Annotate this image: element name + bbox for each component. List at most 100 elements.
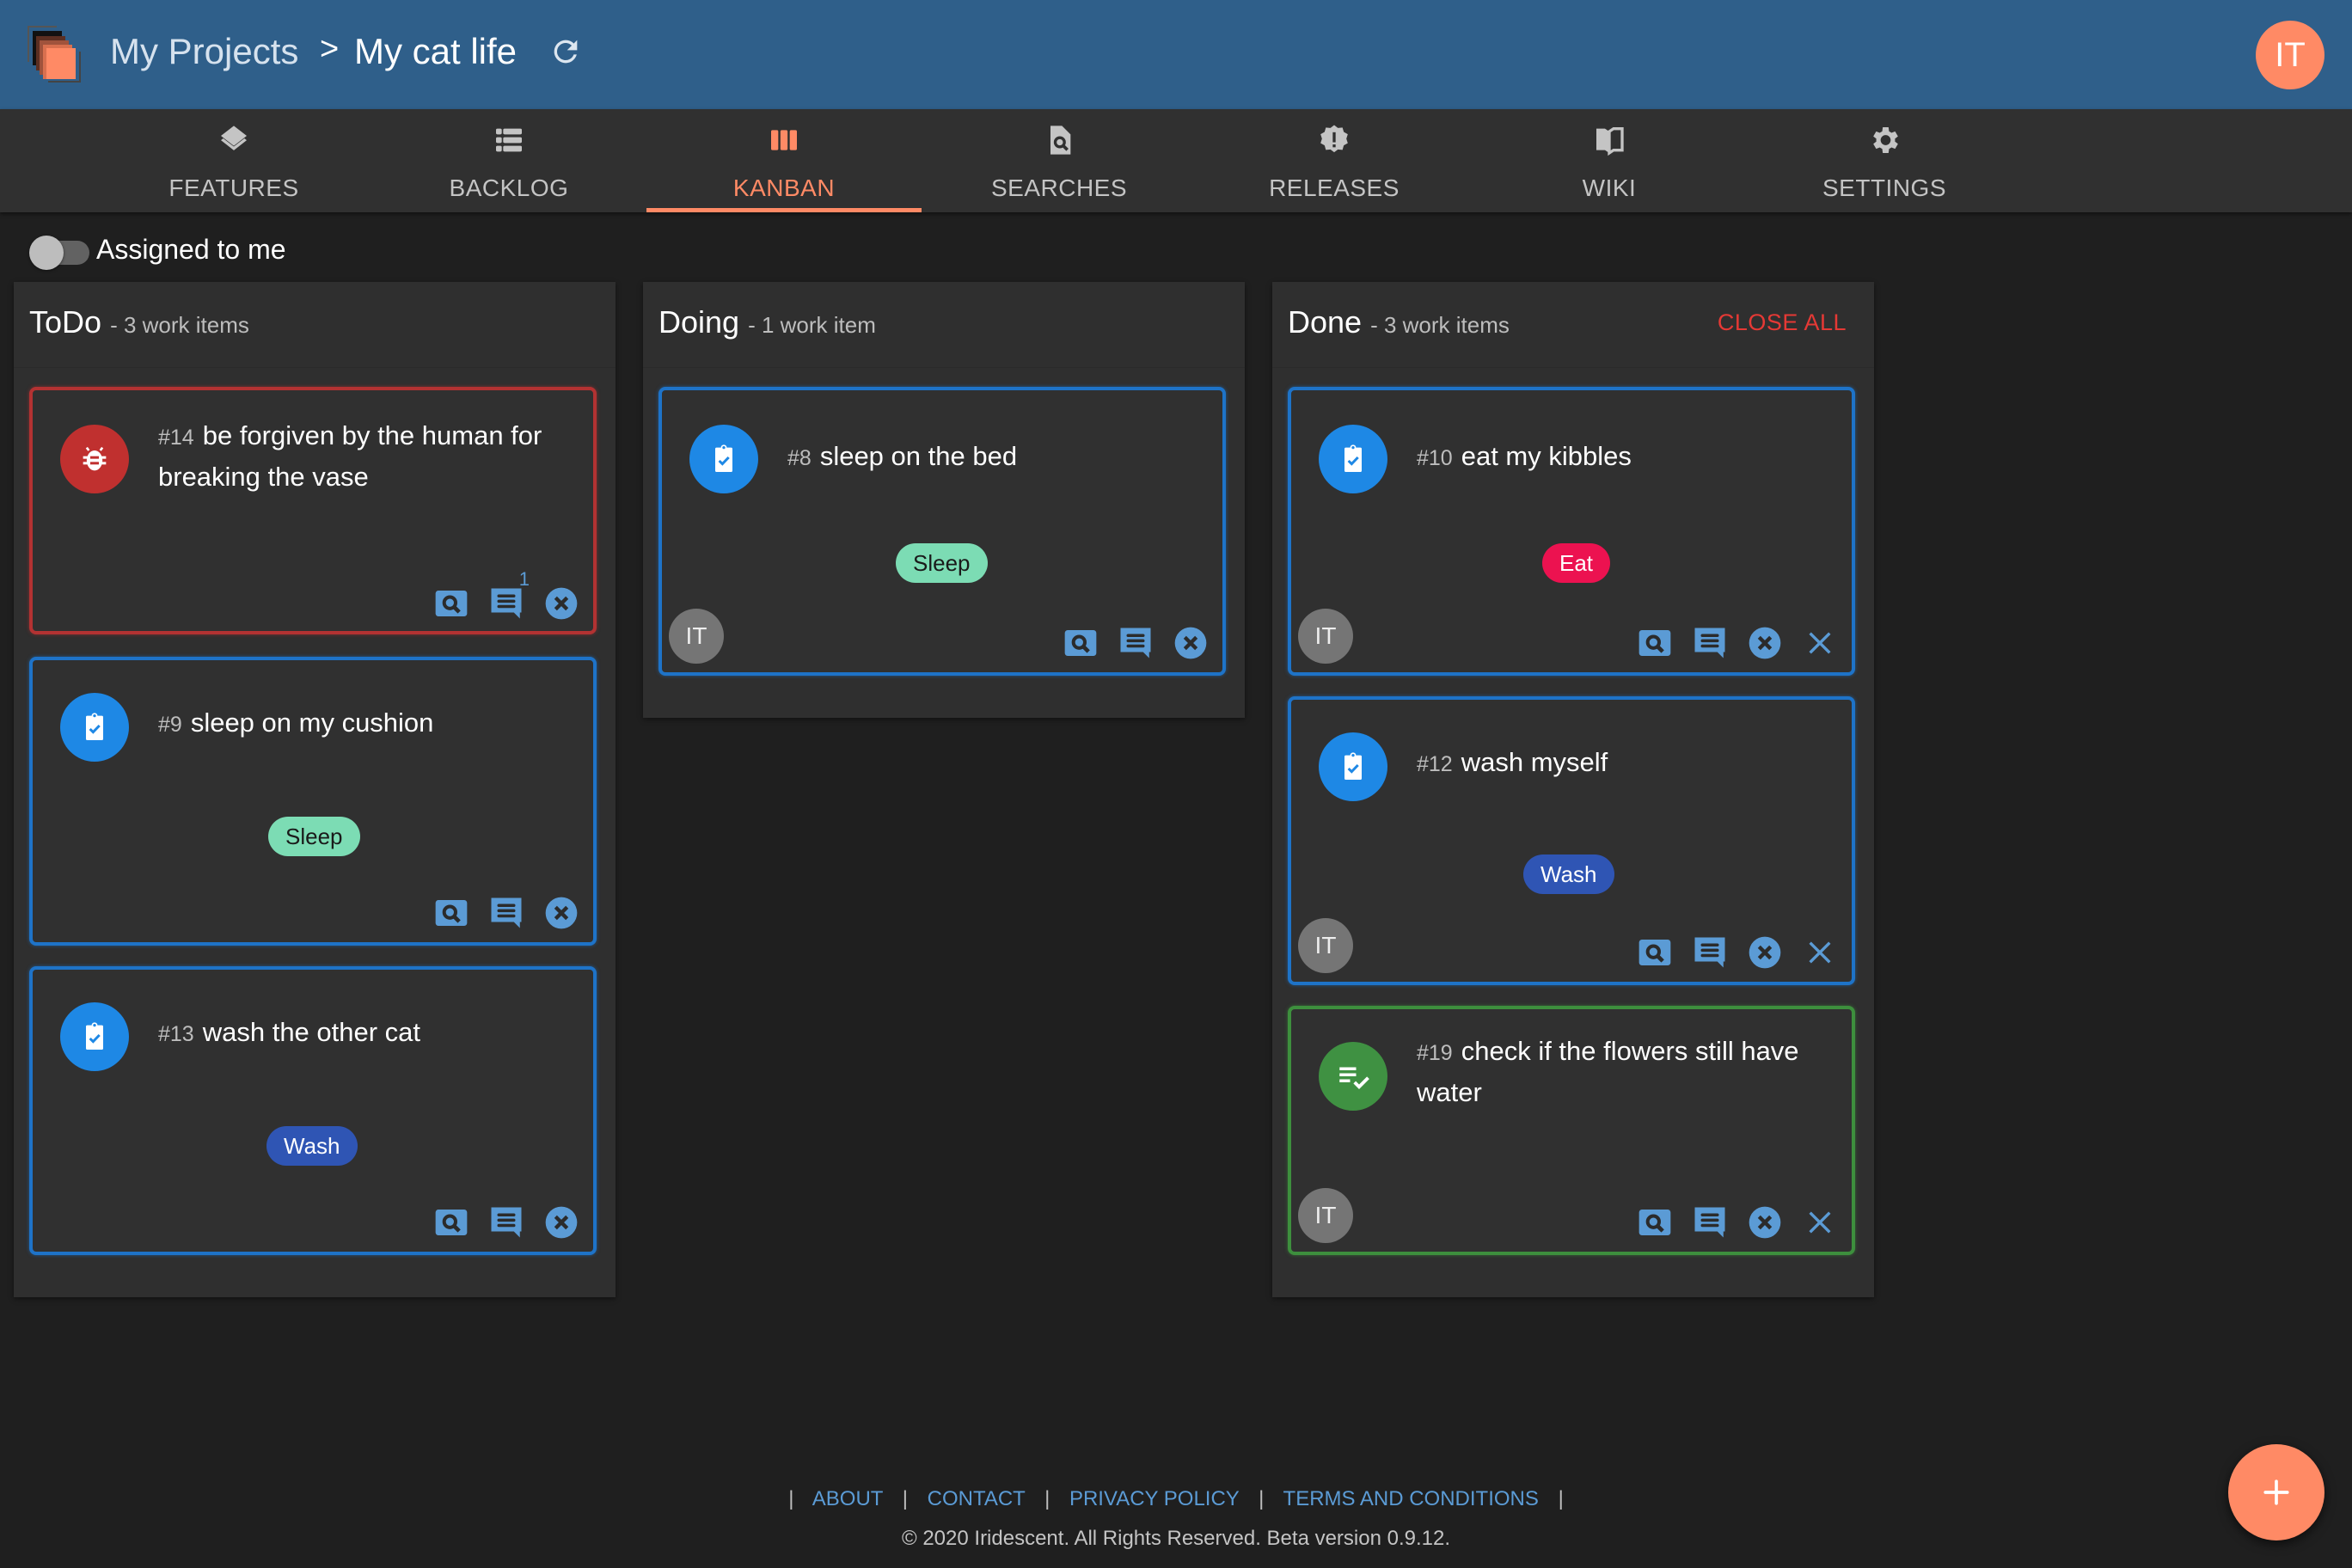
card-title[interactable]: #8 sleep on the bed: [787, 437, 1205, 478]
work-item-card[interactable]: #12 wash myself Wash IT: [1288, 696, 1855, 985]
card-title[interactable]: #13 wash the other cat: [158, 1013, 576, 1054]
close-item-icon[interactable]: [1802, 625, 1838, 661]
comments-icon[interactable]: 1: [488, 568, 530, 622]
tag-chip[interactable]: Wash: [266, 1126, 358, 1166]
cancel-item-icon[interactable]: [1747, 1204, 1783, 1240]
cancel-item-icon[interactable]: [1173, 625, 1209, 661]
tab-releases[interactable]: RELEASES: [1197, 109, 1472, 212]
kanban-column-done: Done - 3 work items CLOSE ALL #10 eat my …: [1272, 282, 1874, 1297]
card-actions: [414, 894, 579, 932]
view-details-icon[interactable]: [433, 1204, 469, 1240]
card-id: #12: [1417, 752, 1453, 776]
tag-chip[interactable]: Wash: [1523, 854, 1614, 894]
breadcrumb-my-projects[interactable]: My Projects: [110, 31, 298, 72]
comments-icon[interactable]: [1118, 625, 1154, 661]
card-id: #13: [158, 1022, 194, 1046]
checklist-icon: [1319, 1042, 1387, 1111]
footer-link-about[interactable]: ABOUT: [812, 1487, 883, 1510]
comments-icon[interactable]: [488, 895, 524, 931]
assignee-avatar[interactable]: IT: [1298, 1188, 1353, 1243]
footer-link-terms[interactable]: TERMS AND CONDITIONS: [1283, 1487, 1539, 1510]
comments-icon[interactable]: [1692, 934, 1728, 971]
card-actions: [1618, 624, 1838, 662]
comments-icon[interactable]: [1692, 625, 1728, 661]
work-item-card[interactable]: #19 check if the flowers still have water…: [1288, 1006, 1855, 1255]
card-title-text: be forgiven by the human for breaking th…: [158, 420, 542, 492]
work-item-card[interactable]: #8 sleep on the bed Sleep IT: [658, 387, 1226, 676]
card-id: #19: [1417, 1041, 1453, 1065]
card-actions: 1: [414, 568, 579, 622]
footer-link-contact[interactable]: CONTACT: [928, 1487, 1026, 1510]
tag-chip[interactable]: Sleep: [896, 543, 988, 583]
close-item-icon[interactable]: [1802, 1204, 1838, 1240]
card-title-text: eat my kibbles: [1461, 441, 1632, 471]
footer-link-privacy-policy[interactable]: PRIVACY POLICY: [1069, 1487, 1239, 1510]
assignee-avatar[interactable]: IT: [669, 609, 724, 664]
card-title[interactable]: #12 wash myself: [1417, 743, 1834, 784]
view-details-icon[interactable]: [1637, 934, 1673, 971]
tab-wiki[interactable]: WIKI: [1472, 109, 1747, 212]
close-item-icon[interactable]: [1802, 934, 1838, 971]
toggle-thumb[interactable]: [29, 236, 64, 270]
divider: |: [902, 1487, 908, 1510]
tab-searches[interactable]: SEARCHES: [922, 109, 1197, 212]
work-item-card[interactable]: #13 wash the other cat Wash: [29, 966, 597, 1255]
column-name: ToDo: [29, 304, 102, 340]
add-work-item-button[interactable]: [2228, 1444, 2324, 1540]
card-id: #10: [1417, 446, 1453, 470]
cancel-item-icon[interactable]: [543, 1204, 579, 1240]
view-details-icon[interactable]: [1637, 1204, 1673, 1240]
user-avatar[interactable]: IT: [2256, 21, 2324, 89]
kanban-column-doing: Doing - 1 work item #8 sleep on the bed S…: [643, 282, 1245, 718]
card-title[interactable]: #19 check if the flowers still have water: [1417, 1032, 1834, 1112]
comments-icon[interactable]: [488, 1204, 524, 1240]
work-item-card[interactable]: #9 sleep on my cushion Sleep: [29, 657, 597, 946]
cancel-item-icon[interactable]: [543, 585, 579, 622]
kanban-column-todo: ToDo - 3 work items #14 be forgiven by th…: [14, 282, 616, 1297]
close-all-button[interactable]: CLOSE ALL: [1718, 309, 1847, 336]
cancel-item-icon[interactable]: [543, 895, 579, 931]
column-count: - 3 work items: [110, 312, 249, 338]
view-details-icon[interactable]: [433, 895, 469, 931]
tab-label: WIKI: [1582, 175, 1637, 201]
cancel-item-icon[interactable]: [1747, 625, 1783, 661]
comment-count-badge: 1: [518, 568, 530, 590]
comments-icon[interactable]: [1692, 1204, 1728, 1240]
card-id: #14: [158, 426, 194, 450]
tab-kanban[interactable]: KANBAN: [646, 109, 922, 212]
card-title[interactable]: #10 eat my kibbles: [1417, 437, 1834, 478]
card-actions: [1618, 1204, 1838, 1241]
divider: |: [788, 1487, 794, 1510]
tab-settings[interactable]: SETTINGS: [1747, 109, 2022, 212]
tab-features[interactable]: FEATURES: [96, 109, 371, 212]
column-count: - 3 work items: [1370, 312, 1510, 338]
breadcrumb-current-project: My cat life: [354, 31, 518, 71]
work-item-card[interactable]: #14 be forgiven by the human for breaking…: [29, 387, 597, 634]
view-details-icon[interactable]: [433, 585, 469, 622]
card-actions: [1044, 624, 1209, 662]
divider: |: [1259, 1487, 1265, 1510]
refresh-icon[interactable]: [548, 34, 583, 69]
app-logo-icon[interactable]: [28, 26, 84, 83]
tag-chip[interactable]: Sleep: [268, 817, 360, 856]
assignee-avatar[interactable]: IT: [1298, 918, 1353, 973]
cancel-item-icon[interactable]: [1747, 934, 1783, 971]
tag-chip[interactable]: Eat: [1542, 543, 1611, 583]
column-title: ToDo - 3 work items: [29, 304, 249, 340]
card-title-text: sleep on the bed: [819, 441, 1018, 471]
column-header: Doing - 1 work item: [643, 282, 1245, 368]
view-details-icon[interactable]: [1063, 625, 1099, 661]
card-title[interactable]: #9 sleep on my cushion: [158, 703, 576, 744]
tab-label: FEATURES: [168, 175, 299, 201]
card-title[interactable]: #14 be forgiven by the human for breaking…: [158, 416, 576, 497]
tab-label: RELEASES: [1269, 175, 1400, 201]
view-details-icon[interactable]: [1637, 625, 1673, 661]
card-title-text: wash myself: [1461, 747, 1608, 777]
work-item-card[interactable]: #10 eat my kibbles Eat IT: [1288, 387, 1855, 676]
assignee-avatar[interactable]: IT: [1298, 609, 1353, 664]
tab-backlog[interactable]: BACKLOG: [371, 109, 646, 212]
card-title-text: sleep on my cushion: [190, 707, 434, 738]
card-id: #8: [787, 446, 812, 470]
task-icon: [1319, 425, 1387, 493]
book-icon: [1592, 123, 1626, 157]
